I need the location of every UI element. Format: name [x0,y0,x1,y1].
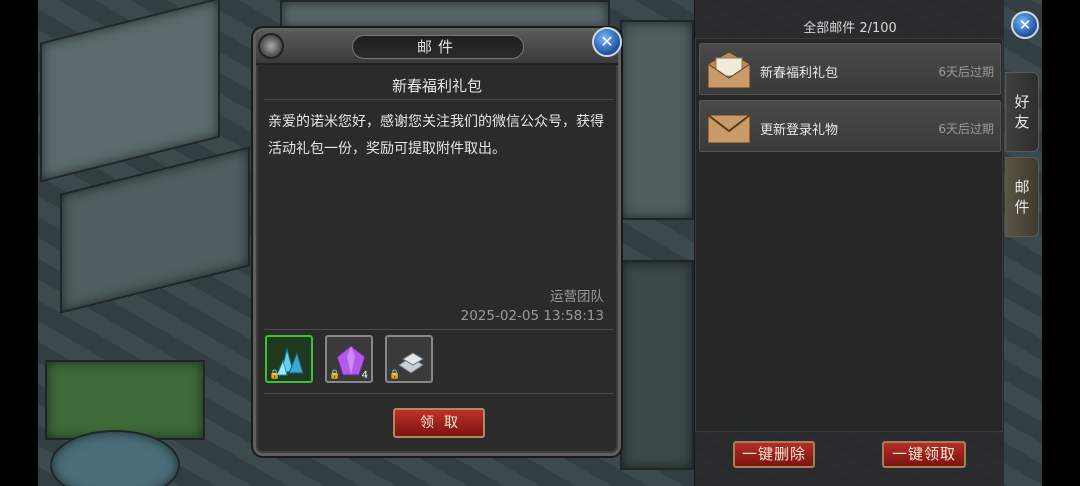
divider [264,99,614,100]
delete-all-button[interactable]: 一键删除 [733,441,815,468]
close-icon[interactable]: ✕ [592,27,622,57]
attachment-slot[interactable]: 🔒 [265,335,313,383]
corner-bolt-icon [258,33,284,59]
attachment-slot[interactable]: 🔒 4 [325,335,373,383]
mail-date: 2025-02-05 13:58:13 [460,308,604,324]
mail-title: 新春福利礼包 [760,66,839,81]
building-block [40,0,220,183]
letterbox-left [0,0,38,486]
divider [264,393,614,394]
open-envelope-icon [707,51,751,89]
building-block [620,260,694,470]
lock-icon: 🔒 [329,370,341,380]
closed-envelope-icon [707,114,751,144]
claim-button[interactable]: 领取 [393,408,485,438]
tab-friends[interactable]: 好友 [1005,72,1039,152]
divider [264,329,614,330]
mail-subject: 新春福利礼包 [391,77,482,95]
mail-sender: 运营团队 [550,289,604,305]
claim-all-button[interactable]: 一键领取 [882,441,966,468]
building-block [60,146,250,314]
tab-mail[interactable]: 邮件 [1005,157,1039,237]
close-icon[interactable]: ✕ [1011,11,1039,39]
mail-count: 全部邮件 2/100 [803,21,897,36]
lock-icon: 🔒 [389,370,401,380]
mail-expiry: 6天后过期 [938,65,994,79]
mail-list: 新春福利礼包 6天后过期 更新登录礼物 6天后过期 [695,38,1003,432]
building-block [620,20,694,220]
mail-title: 更新登录礼物 [760,123,839,138]
mail-dialog: 邮件 ✕ 新春福利礼包 亲爱的诺米您好，感谢您关注我们的微信公众号，获得活动礼包… [253,27,622,456]
letterbox-right [1042,0,1080,486]
lock-icon: 🔒 [269,370,281,380]
building-block [280,0,610,30]
mail-list-item[interactable]: 新春福利礼包 6天后过期 [699,43,1001,95]
item-quantity: 4 [361,370,368,381]
dialog-title: 邮件 [352,35,524,59]
mail-list-panel: 全部邮件 2/100 新春福利礼包 6天后过期 更新登录礼物 6天后过期 一键删… [694,0,1004,486]
mail-expiry: 6天后过期 [938,122,994,136]
tab-label: 好友 [1014,93,1030,131]
mail-body: 亲爱的诺米您好，感谢您关注我们的微信公众号，获得活动礼包一份，奖励可提取附件取出… [268,114,604,157]
mail-list-item[interactable]: 更新登录礼物 6天后过期 [699,100,1001,152]
building-block [45,360,205,440]
tab-label: 邮件 [1014,178,1030,216]
attachment-slot[interactable]: 🔒 [385,335,433,383]
dialog-header: 邮件 ✕ [256,27,622,65]
